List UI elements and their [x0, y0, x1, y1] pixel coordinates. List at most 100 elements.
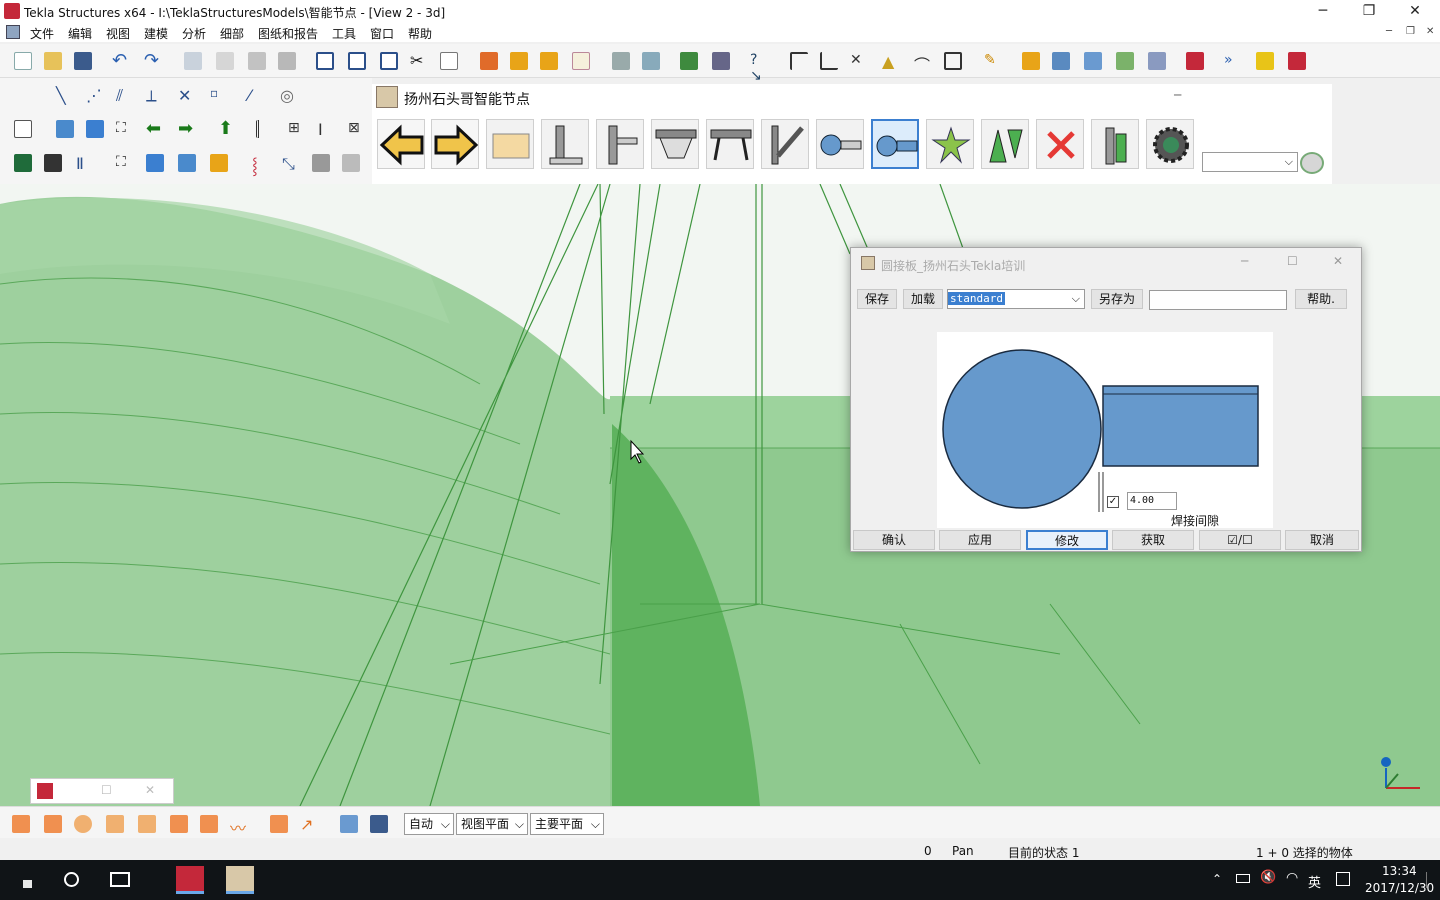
- triangle-icon[interactable]: ▲: [882, 52, 900, 71]
- select-assembly-icon[interactable]: [270, 815, 288, 833]
- select-point-icon[interactable]: [106, 815, 124, 833]
- grid-icon[interactable]: [790, 52, 808, 70]
- intersection-snap-icon[interactable]: ✕: [178, 86, 196, 105]
- ok-button[interactable]: 确认: [853, 530, 935, 550]
- filter-icon[interactable]: [1116, 52, 1134, 70]
- delete-node-icon[interactable]: [1036, 119, 1084, 169]
- panel-icon[interactable]: [210, 154, 228, 172]
- triangle-stiffener-icon[interactable]: [981, 119, 1029, 169]
- save-button[interactable]: 保存: [857, 289, 897, 309]
- redo-icon[interactable]: ↷: [144, 52, 162, 70]
- parallel-snap-icon[interactable]: ⫽: [116, 86, 134, 105]
- binoculars-icon[interactable]: ⛶: [116, 120, 134, 138]
- menu-help[interactable]: 帮助: [408, 25, 432, 42]
- smart-node-taskbar-icon[interactable]: [226, 866, 254, 894]
- preset-select[interactable]: standard ⌵: [947, 289, 1085, 309]
- menu-file[interactable]: 文件: [30, 25, 54, 42]
- settings-icon[interactable]: [1148, 52, 1166, 70]
- drawing-list-icon[interactable]: [540, 52, 558, 70]
- pipe-tube-icon[interactable]: [871, 119, 919, 169]
- assembly-icon[interactable]: [680, 52, 698, 70]
- extension-snap-icon[interactable]: ⁄: [248, 86, 266, 105]
- snap-grid-icon[interactable]: [370, 815, 388, 833]
- modify-button[interactable]: 修改: [1026, 530, 1108, 550]
- inquire-icon[interactable]: ?↘: [750, 52, 768, 84]
- copy-special-icon[interactable]: [216, 52, 234, 70]
- dialog-close-button[interactable]: ✕: [1333, 254, 1343, 268]
- perpendicular-snap-icon[interactable]: ⟂: [146, 86, 164, 105]
- menu-view[interactable]: 视图: [106, 25, 130, 42]
- minimized-window[interactable]: ☐ ✕: [30, 778, 174, 804]
- select-cut-icon[interactable]: [200, 815, 218, 833]
- help-button[interactable]: 帮助.: [1295, 289, 1347, 309]
- menu-modeling[interactable]: 建模: [144, 25, 168, 42]
- grid-lines-icon[interactable]: [256, 120, 274, 138]
- dialog-minimize-button[interactable]: ─: [1241, 254, 1248, 268]
- close-button[interactable]: ✕: [1392, 0, 1438, 22]
- gusset-star-icon[interactable]: [926, 119, 974, 169]
- plane-dropdown[interactable]: 视图平面 ⌵: [456, 813, 528, 835]
- node-preset-select[interactable]: ⌵: [1202, 152, 1298, 172]
- save-as-name-input[interactable]: [1149, 290, 1287, 310]
- menu-tools[interactable]: 工具: [332, 25, 356, 42]
- extension-icon[interactable]: [1288, 52, 1306, 70]
- mdi-minimize-button[interactable]: ─: [1386, 26, 1392, 37]
- pick-icon[interactable]: ✎: [984, 52, 1002, 70]
- mirror-icon[interactable]: [642, 52, 660, 70]
- menu-edit[interactable]: 编辑: [68, 25, 92, 42]
- select-line-icon[interactable]: 〰: [230, 815, 248, 838]
- find-icon[interactable]: ⛶: [116, 154, 134, 172]
- coordinates-icon[interactable]: [480, 52, 498, 70]
- weld-gap-checkbox[interactable]: ✓: [1107, 496, 1119, 508]
- weld-icon[interactable]: [342, 154, 360, 172]
- column-base-icon[interactable]: [541, 119, 589, 169]
- tekla-logo-icon[interactable]: [1186, 52, 1204, 70]
- circle-snap-icon[interactable]: ◎: [280, 86, 298, 105]
- menu-detailing[interactable]: 细部: [220, 25, 244, 42]
- select-part-icon[interactable]: [44, 815, 62, 833]
- arrow-right-icon[interactable]: ➡: [178, 120, 196, 138]
- main-plane-dropdown[interactable]: 主要平面 ⌵: [530, 813, 604, 835]
- menu-analysis[interactable]: 分析: [182, 25, 206, 42]
- save-as-button[interactable]: 另存为: [1091, 289, 1143, 309]
- h-beam-icon[interactable]: Ⅱ: [76, 154, 94, 173]
- report-icon[interactable]: [572, 52, 590, 70]
- small-close-icon[interactable]: ✕: [145, 783, 155, 797]
- select-all-icon[interactable]: [12, 815, 30, 833]
- properties-icon[interactable]: [1084, 52, 1102, 70]
- brace-icon[interactable]: [761, 119, 809, 169]
- select-mode-dropdown[interactable]: 自动 ⌵: [404, 813, 454, 835]
- dialog-maximize-button[interactable]: ☐: [1287, 254, 1298, 268]
- weld-gap-input[interactable]: 4.00: [1127, 492, 1177, 510]
- minimize-button[interactable]: ─: [1300, 0, 1346, 22]
- display-icon[interactable]: [14, 120, 32, 138]
- task-view-icon[interactable]: [110, 872, 130, 887]
- move-special-icon[interactable]: [278, 52, 296, 70]
- small-restore-icon[interactable]: ☐: [101, 783, 112, 797]
- arc-icon[interactable]: ⌒: [914, 52, 932, 75]
- plate-section-icon[interactable]: ⊠: [348, 120, 366, 138]
- node-color-icon[interactable]: [1300, 152, 1324, 174]
- arrow-up-icon[interactable]: ⬆: [218, 120, 236, 138]
- fast-forward-icon[interactable]: »: [1224, 52, 1242, 70]
- volume-icon[interactable]: 🔇: [1260, 870, 1276, 885]
- search-icon[interactable]: [64, 872, 79, 887]
- point-snap-icon[interactable]: ▫: [210, 86, 228, 104]
- angle-icon[interactable]: ✕: [850, 52, 868, 70]
- select-weld-icon[interactable]: [170, 815, 188, 833]
- keyboard-icon[interactable]: [1336, 872, 1350, 886]
- arrow-left-icon[interactable]: ⬅: [146, 120, 164, 138]
- cut-icon[interactable]: ✂: [410, 52, 428, 70]
- new-icon[interactable]: [14, 52, 32, 70]
- clock-date[interactable]: 2017/12/30: [1365, 881, 1434, 895]
- previous-arrow-icon[interactable]: [377, 119, 425, 169]
- split-icon[interactable]: ⤡: [282, 154, 300, 173]
- toolbar-minimize-icon[interactable]: ─: [1174, 88, 1181, 102]
- apply-button[interactable]: 应用: [939, 530, 1021, 550]
- ime-indicator[interactable]: 英: [1308, 872, 1321, 891]
- beam-haunch-icon[interactable]: [651, 119, 699, 169]
- select-parts-icon[interactable]: [1022, 52, 1040, 70]
- plate-node-icon[interactable]: [486, 119, 534, 169]
- save-model-icon[interactable]: [14, 154, 32, 172]
- combine-icon[interactable]: [312, 154, 330, 172]
